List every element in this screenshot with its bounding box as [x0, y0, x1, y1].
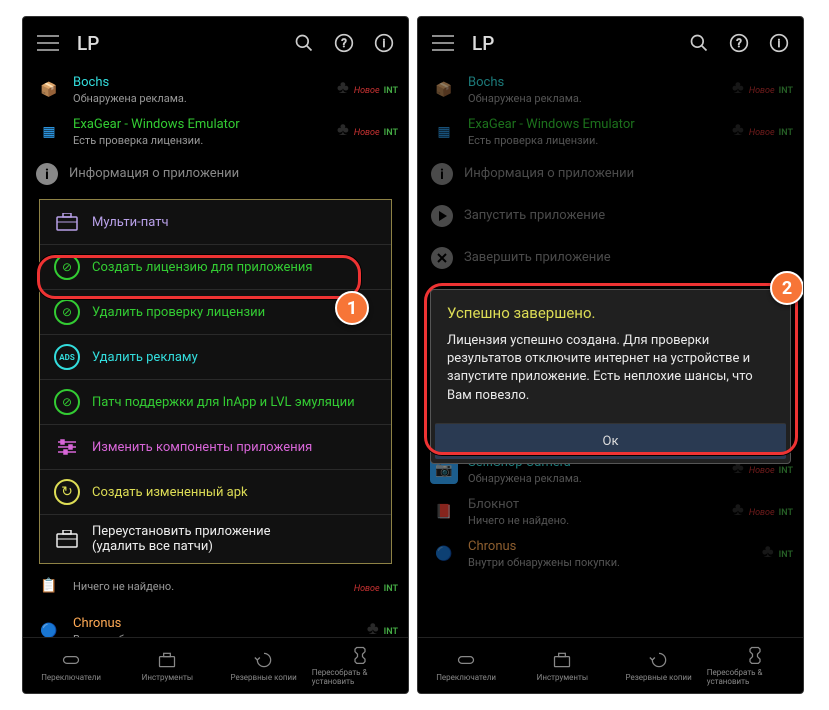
clover-icon: ♣ — [337, 77, 349, 98]
app-icon: ▦ — [35, 118, 63, 146]
menu-create-apk[interactable]: ↻ Создать измененный apk — [40, 470, 391, 515]
app-row-bloknot: 📕 БлокнотНичего не найдено. ♣Новое INT — [418, 491, 803, 533]
nav-backups[interactable]: Резервные копии — [216, 638, 312, 693]
nav-tools[interactable]: Инструменты — [119, 638, 215, 693]
play-circle-icon — [430, 204, 454, 228]
search-icon[interactable] — [689, 33, 709, 53]
close-row: Завершить приложение — [418, 237, 803, 279]
dialog-title: Успешно завершено. — [431, 290, 790, 332]
nav-rebuild[interactable]: Пересобрать & установить — [707, 638, 803, 693]
menu-components[interactable]: Изменить компоненты приложения — [40, 425, 391, 470]
no-key-icon: ⊘ — [54, 299, 80, 325]
app-list-below: 📷 SelfiShop CameraОбнаружена реклама. ♣Н… — [418, 449, 803, 575]
top-bar: LP ? i — [418, 17, 803, 69]
briefcase-icon — [54, 526, 80, 552]
nav-rebuild[interactable]: Пересобрать & установить — [312, 638, 408, 693]
svg-text:?: ? — [736, 36, 742, 50]
svg-text:i: i — [440, 167, 444, 183]
launch-row: Запустить приложение — [418, 195, 803, 237]
screen-left: LP ? i 📦 BochsОбнаружена реклама. ♣Новое… — [22, 16, 409, 694]
app-row-bochs[interactable]: 📦 BochsОбнаружена реклама. ♣Новое INT — [23, 69, 408, 111]
search-icon[interactable] — [294, 33, 314, 53]
top-bar: LP ? i — [23, 17, 408, 69]
svg-text:i: i — [45, 167, 49, 183]
nav-backups[interactable]: Резервные копии — [611, 638, 707, 693]
app-row-bochs: 📦 BochsОбнаружена реклама. ♣Новое INT — [418, 69, 803, 111]
success-dialog: Успешно завершено. Лицензия успешно созд… — [430, 289, 791, 464]
info-row: i Информация о приложении — [418, 153, 803, 195]
menu-multi-patch[interactable]: Мульти-патч — [40, 200, 391, 245]
sliders-icon — [54, 434, 80, 460]
screen-right: LP ? i 📦 BochsОбнаружена реклама. ♣Новое… — [417, 16, 804, 694]
app-list: 📦 BochsОбнаружена реклама. ♣Новое INT ▦ … — [23, 69, 408, 195]
step-badge-1: 1 — [335, 291, 369, 325]
close-circle-icon — [430, 246, 454, 270]
info-icon[interactable]: i — [769, 33, 789, 53]
svg-text:i: i — [383, 37, 386, 50]
no-ads-icon: ADS — [54, 344, 80, 370]
app-title: LP — [77, 32, 276, 55]
app-row-chronus: 🔵 ChronusВнутри обнаружены покупки. ♣INT — [418, 533, 803, 575]
svg-text:?: ? — [341, 36, 347, 50]
nav-switches[interactable]: Переключатели — [418, 638, 514, 693]
svg-text:i: i — [778, 37, 781, 50]
no-key-icon: ⊘ — [54, 254, 80, 280]
menu-create-license[interactable]: ⊘ Создать лицензию для приложения — [40, 245, 391, 290]
dialog-body: Лицензия успешно создана. Для проверки р… — [431, 332, 790, 419]
dialog-ok-button[interactable]: Ок — [435, 423, 786, 459]
app-list: 📦 BochsОбнаружена реклама. ♣Новое INT ▦ … — [418, 69, 803, 279]
app-title: LP — [472, 32, 671, 55]
no-key-icon: ⊘ — [54, 389, 80, 415]
clover-icon: ♣ — [367, 618, 379, 639]
menu-reinstall[interactable]: Переустановить приложение (удалить все п… — [40, 515, 391, 563]
help-icon[interactable]: ? — [729, 33, 749, 53]
help-icon[interactable]: ? — [334, 33, 354, 53]
briefcase-icon — [54, 209, 80, 235]
app-icon: 📦 — [35, 76, 63, 104]
step-badge-2: 2 — [770, 271, 804, 305]
app-icon: 📋 — [35, 572, 63, 600]
info-circle-icon: i — [35, 162, 59, 186]
patch-menu: Мульти-патч ⊘ Создать лицензию для прило… — [39, 199, 392, 564]
info-circle-icon: i — [430, 162, 454, 186]
info-row[interactable]: i Информация о приложении — [23, 153, 408, 195]
app-icon: 🔵 — [430, 540, 458, 568]
info-icon[interactable]: i — [374, 33, 394, 53]
clover-icon: ♣ — [337, 119, 349, 140]
nav-switches[interactable]: Переключатели — [23, 638, 119, 693]
nav-tools[interactable]: Инструменты — [514, 638, 610, 693]
menu-icon[interactable] — [432, 35, 454, 51]
app-row-hidden[interactable]: 📋 Ничего не найдено. Новое INT — [23, 568, 408, 610]
refresh-icon: ↻ — [54, 479, 80, 505]
app-icon: 📦 — [430, 76, 458, 104]
menu-icon[interactable] — [37, 35, 59, 51]
app-icon: ▦ — [430, 118, 458, 146]
bottom-nav: Переключатели Инструменты Резервные копи… — [23, 637, 408, 693]
bottom-nav: Переключатели Инструменты Резервные копи… — [418, 637, 803, 693]
app-row-exagear: ▦ ExaGear - Windows EmulatorЕсть проверк… — [418, 111, 803, 153]
app-row-exagear[interactable]: ▦ ExaGear - Windows EmulatorЕсть проверк… — [23, 111, 408, 153]
menu-inapp-lvl[interactable]: ⊘ Патч поддержки для InApp и LVL эмуляци… — [40, 380, 391, 425]
app-icon: 📕 — [430, 498, 458, 526]
menu-remove-ads[interactable]: ADS Удалить рекламу — [40, 335, 391, 380]
